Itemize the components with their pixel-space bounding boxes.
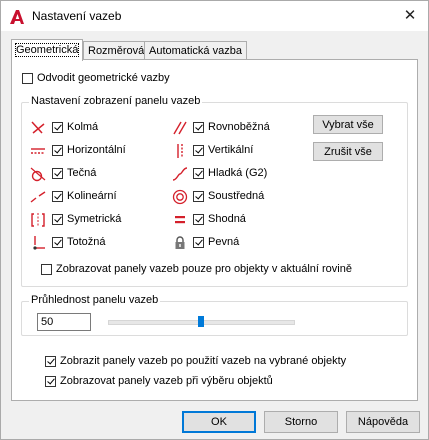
help-button[interactable]: Nápověda [346,411,420,433]
show-on-select-label: Zobrazovat panely vazeb při výběru objek… [60,375,273,387]
perpendicular-checkbox[interactable] [52,122,63,133]
clear-all-button[interactable]: Zrušit vše [313,142,383,161]
dialog-window: Nastavení vazeb ✕ Geometrická Rozměrová … [0,0,429,440]
tab-dimensional-label: Rozměrová [88,45,145,57]
fix-lock-icon [175,236,185,249]
tab-autoconstrain-label: Automatická vazba [149,45,242,57]
show-after-apply-label: Zobrazit panely vazeb po použití vazeb n… [60,355,347,367]
fix-checkbox[interactable] [193,237,204,248]
tab-panel-geometric: Odvodit geometrické vazby Nastavení zobr… [11,59,418,401]
smooth-label: Hladká (G2) [208,167,268,179]
close-button[interactable]: ✕ [401,7,419,25]
window-title: Nastavení vazeb [32,9,122,23]
plane-only-checkbox[interactable] [41,264,52,275]
equal-icon [175,216,185,224]
smooth-icon [172,167,188,181]
transparency-title: Průhlednost panelu vazeb [29,294,161,306]
concentric-icon [172,189,188,205]
tab-autoconstrain[interactable]: Automatická vazba [144,41,247,60]
title-bar: Nastavení vazeb ✕ [1,1,428,31]
collinear-label: Kolineární [67,190,117,202]
perpendicular-icon [31,121,45,134]
infer-constraints-checkbox[interactable] [22,73,33,84]
close-icon: ✕ [403,7,417,24]
collinear-icon [30,191,46,203]
autocad-app-icon [10,10,24,24]
tangent-label: Tečná [67,167,97,179]
parallel-icon [173,121,187,135]
vertical-checkbox[interactable] [193,145,204,156]
symmetric-label: Symetrická [67,213,122,225]
plane-only-label: Zobrazovat panely vazeb pouze pro objekt… [56,263,352,275]
vertical-icon [177,144,183,158]
coincident-label: Totožná [67,236,106,248]
cancel-button[interactable]: Storno [264,411,338,433]
concentric-checkbox[interactable] [193,191,204,202]
coincident-icon [33,236,45,250]
display-settings-title: Nastavení zobrazení panelu vazeb [29,95,203,107]
select-all-button[interactable]: Vybrat vše [313,115,383,134]
transparency-input[interactable] [37,313,91,331]
tangent-icon [30,167,46,182]
perpendicular-label: Kolmá [67,121,99,133]
symmetric-icon [31,213,45,227]
ok-button[interactable]: OK [182,411,256,433]
tab-geometric-label: Geometrická [14,43,80,57]
smooth-checkbox[interactable] [193,168,204,179]
horizontal-checkbox[interactable] [52,145,63,156]
show-after-apply-checkbox[interactable] [45,356,56,367]
symmetric-checkbox[interactable] [52,214,63,225]
tangent-checkbox[interactable] [52,168,63,179]
show-on-select-checkbox[interactable] [45,376,56,387]
collinear-checkbox[interactable] [52,191,63,202]
transparency-slider-thumb[interactable] [198,316,204,327]
parallel-checkbox[interactable] [193,122,204,133]
parallel-label: Rovnoběžná [208,121,270,133]
tab-geometric[interactable]: Geometrická [11,39,84,61]
infer-constraints-label: Odvodit geometrické vazby [37,72,170,84]
concentric-label: Soustředná [208,190,265,202]
fix-label: Pevná [208,236,240,248]
tab-dimensional[interactable]: Rozměrová [83,41,150,60]
equal-label: Shodná [208,213,246,225]
equal-checkbox[interactable] [193,214,204,225]
coincident-checkbox[interactable] [52,237,63,248]
horizontal-icon [31,148,45,154]
horizontal-label: Horizontální [67,144,126,156]
vertical-label: Vertikální [208,144,254,156]
